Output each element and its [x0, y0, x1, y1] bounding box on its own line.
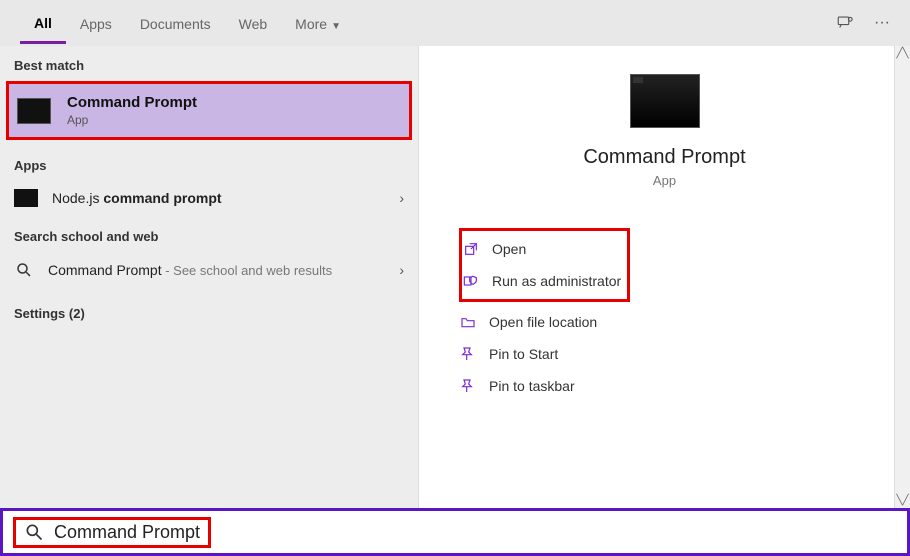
preview-panel: ╱╲ ╲╱ Command Prompt App Open Run as adm…: [418, 46, 910, 508]
action-open-label: Open: [492, 241, 526, 257]
school-web-header: Search school and web: [0, 217, 418, 250]
scrollbar[interactable]: ╱╲ ╲╱: [894, 46, 910, 508]
best-match-subtitle: App: [67, 113, 197, 127]
chevron-right-icon[interactable]: ›: [399, 190, 404, 206]
settings-header[interactable]: Settings (2): [0, 290, 418, 327]
best-match-header: Best match: [0, 46, 418, 79]
apps-result-nodejs[interactable]: Node.js command prompt ›: [0, 179, 418, 217]
best-match-title: Command Prompt: [67, 94, 197, 111]
action-pin-start[interactable]: Pin to Start: [459, 338, 910, 370]
folder-icon: [459, 314, 477, 330]
search-bar[interactable]: Command Prompt: [0, 508, 910, 556]
action-run-admin[interactable]: Run as administrator: [462, 265, 621, 297]
search-input[interactable]: Command Prompt: [54, 522, 200, 543]
best-match-highlight: Command Prompt App: [6, 81, 412, 140]
open-icon: [462, 241, 480, 257]
tab-more[interactable]: More▼: [281, 4, 355, 42]
action-open-location[interactable]: Open file location: [459, 306, 910, 338]
apps-header: Apps: [0, 146, 418, 179]
school-web-result[interactable]: Command Prompt - See school and web resu…: [0, 250, 418, 290]
actions-highlight: Open Run as administrator: [459, 228, 630, 302]
chevron-down-icon: ▼: [331, 21, 341, 32]
action-run-admin-label: Run as administrator: [492, 273, 621, 289]
scroll-up-icon[interactable]: ╱╲: [896, 48, 908, 59]
cmd-icon: [14, 189, 38, 207]
tab-apps[interactable]: Apps: [66, 4, 126, 42]
action-open-location-label: Open file location: [489, 314, 597, 330]
best-match-item[interactable]: Command Prompt App: [9, 84, 409, 137]
cmd-icon: [17, 98, 51, 124]
tab-documents[interactable]: Documents: [126, 4, 225, 42]
chevron-right-icon[interactable]: ›: [399, 262, 404, 278]
app-type: App: [653, 173, 676, 188]
main-area: Best match Command Prompt App Apps Node.…: [0, 46, 910, 508]
apps-result-label: Node.js command prompt: [52, 190, 385, 206]
app-title: Command Prompt: [583, 146, 745, 169]
action-pin-start-label: Pin to Start: [489, 346, 558, 362]
tab-web[interactable]: Web: [225, 4, 282, 42]
tab-all[interactable]: All: [20, 3, 66, 44]
shield-icon: [462, 273, 480, 289]
search-icon: [24, 522, 44, 542]
action-pin-taskbar-label: Pin to taskbar: [489, 378, 575, 394]
app-preview-icon: [630, 74, 700, 128]
school-web-label: Command Prompt - See school and web resu…: [48, 261, 385, 280]
results-panel: Best match Command Prompt App Apps Node.…: [0, 46, 418, 508]
scroll-down-icon[interactable]: ╲╱: [896, 495, 908, 506]
pin-icon: [459, 378, 477, 394]
search-highlight: Command Prompt: [13, 517, 211, 548]
search-icon: [14, 260, 34, 280]
more-icon[interactable]: ···: [874, 14, 890, 32]
actions-list: Open Run as administrator Open file loca…: [419, 228, 910, 402]
tabs-bar: All Apps Documents Web More▼ ···: [0, 0, 910, 46]
action-open[interactable]: Open: [462, 233, 621, 265]
pin-icon: [459, 346, 477, 362]
action-pin-taskbar[interactable]: Pin to taskbar: [459, 370, 910, 402]
feedback-icon[interactable]: [836, 14, 854, 32]
